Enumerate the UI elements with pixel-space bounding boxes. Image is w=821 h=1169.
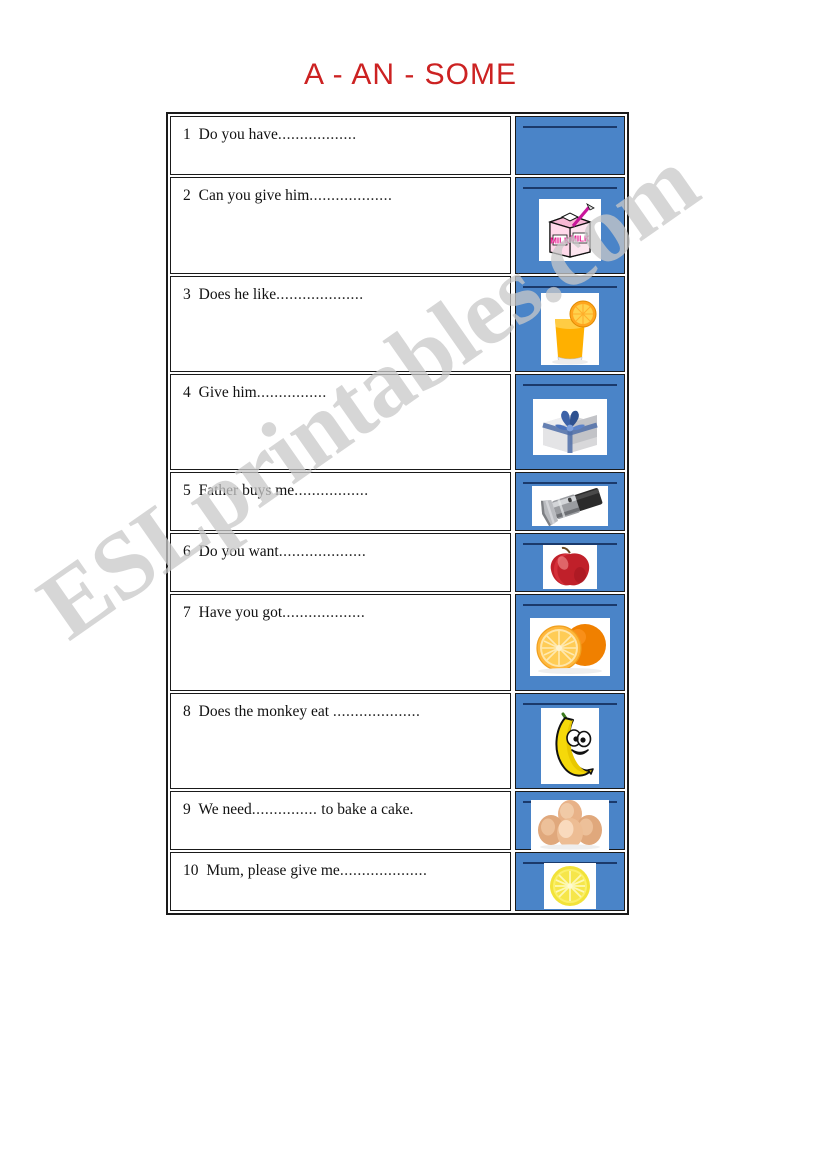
question-cell-6: 6 Do you want.................... [170,533,511,592]
question-number: 5 [183,482,191,499]
picture-cell-6 [515,533,625,592]
question-cell-2: 2 Can you give him................... [170,177,511,274]
answer-blank[interactable]: ................... [309,187,392,204]
table-row: 1 Do you have.................. [170,116,625,175]
table-row: 5 Father buys me................. [170,472,625,531]
question-text-3: 3 Does he like.................... [183,286,510,304]
question-number: 10 [183,862,199,879]
table-row: 9 We need............... to bake a cake. [170,791,625,850]
answer-blank[interactable]: ............... [252,801,318,818]
picture-cell-3 [515,276,625,372]
orange-juice-glass-icon [541,293,599,365]
table-row: 4 Give him................ [170,374,625,470]
table-row: 8 Does the monkey eat ..................… [170,693,625,789]
answer-blank[interactable]: .................... [279,543,367,560]
flashlight-icon [532,485,608,526]
answer-rule-icon [523,703,617,705]
answer-blank[interactable]: .................... [333,703,421,720]
table-row: 2 Can you give him................... MI… [170,177,625,274]
worksheet-table: 1 Do you have.................. 2 Can yo… [166,112,629,915]
question-prompt: Does the monkey eat [198,703,333,720]
table-row: 6 Do you want.................... [170,533,625,592]
question-number: 2 [183,187,191,204]
page-title: A - AN - SOME [303,58,518,91]
question-prompt: Can you give him [198,187,310,204]
question-text-1: 1 Do you have.................. [183,126,510,144]
picture-cell-10 [515,852,625,911]
question-cell-8: 8 Does the monkey eat ..................… [170,693,511,789]
table-row: 7 Have you got................... [170,594,625,691]
question-cell-10: 10 Mum, please give me..................… [170,852,511,911]
question-number: 7 [183,604,191,621]
svg-text:MILK: MILK [570,234,590,243]
banana-cartoon-icon [541,708,599,784]
picture-cell-4 [515,374,625,470]
question-text-2: 2 Can you give him................... [183,187,510,205]
question-text-4: 4 Give him................ [183,384,510,402]
answer-rule-icon [523,286,617,288]
question-prompt: Give him [198,384,257,401]
eggs-icon [531,799,609,850]
milk-carton-icon: MILK MILK [548,202,595,258]
question-cell-7: 7 Have you got................... [170,594,511,691]
question-number: 3 [183,286,191,303]
question-text-6: 6 Do you want.................... [183,543,510,561]
apple-icon [543,544,597,589]
answer-rule-icon [523,604,617,606]
question-prompt: Have you got [198,604,283,621]
question-tail: to bake a cake. [317,801,414,818]
question-prompt: We need [198,801,252,818]
question-text-8: 8 Does the monkey eat ..................… [183,703,510,721]
question-number: 8 [183,703,191,720]
picture-cell-2: MILK MILK [515,177,625,274]
answer-blank[interactable]: .................. [278,126,357,143]
question-cell-5: 5 Father buys me................. [170,472,511,531]
question-cell-1: 1 Do you have.................. [170,116,511,175]
picture-cell-8 [515,693,625,789]
orange-fruit-icon [530,617,610,676]
question-prompt: Mum, please give me [206,862,340,879]
question-cell-3: 3 Does he like.................... [170,276,511,372]
gift-box-icon [533,399,607,455]
picture-cell-9 [515,791,625,850]
question-number: 4 [183,384,191,401]
question-text-9: 9 We need............... to bake a cake. [183,801,510,819]
picture-cell-7 [515,594,625,691]
answer-rule-icon [523,384,617,386]
answer-blank[interactable]: ................... [282,604,365,621]
answer-blank[interactable]: ................. [294,482,368,499]
svg-text:MILK: MILK [550,236,570,245]
question-number: 9 [183,801,191,818]
question-prompt: Does he like [198,286,277,303]
question-cell-4: 4 Give him................ [170,374,511,470]
table-row: 3 Does he like.................... [170,276,625,372]
answer-rule-icon [523,482,617,484]
question-prompt: Do you want [198,543,279,560]
question-text-10: 10 Mum, please give me..................… [183,862,510,880]
picture-cell-5 [515,472,625,531]
answer-rule-icon [523,126,617,128]
picture-cell-1 [515,116,625,175]
answer-blank[interactable]: .................... [276,286,364,303]
table-row: 10 Mum, please give me..................… [170,852,625,911]
question-prompt: Do you have [198,126,278,143]
answer-blank[interactable]: .................... [340,862,428,879]
question-prompt: Father buys me [198,482,295,499]
question-number: 6 [183,543,191,560]
answer-rule-icon [523,187,617,189]
question-text-7: 7 Have you got................... [183,604,510,622]
lemon-slice-icon [544,862,596,909]
question-number: 1 [183,126,191,143]
question-cell-9: 9 We need............... to bake a cake. [170,791,511,850]
answer-blank[interactable]: ................ [257,384,327,401]
question-text-5: 5 Father buys me................. [183,482,510,500]
